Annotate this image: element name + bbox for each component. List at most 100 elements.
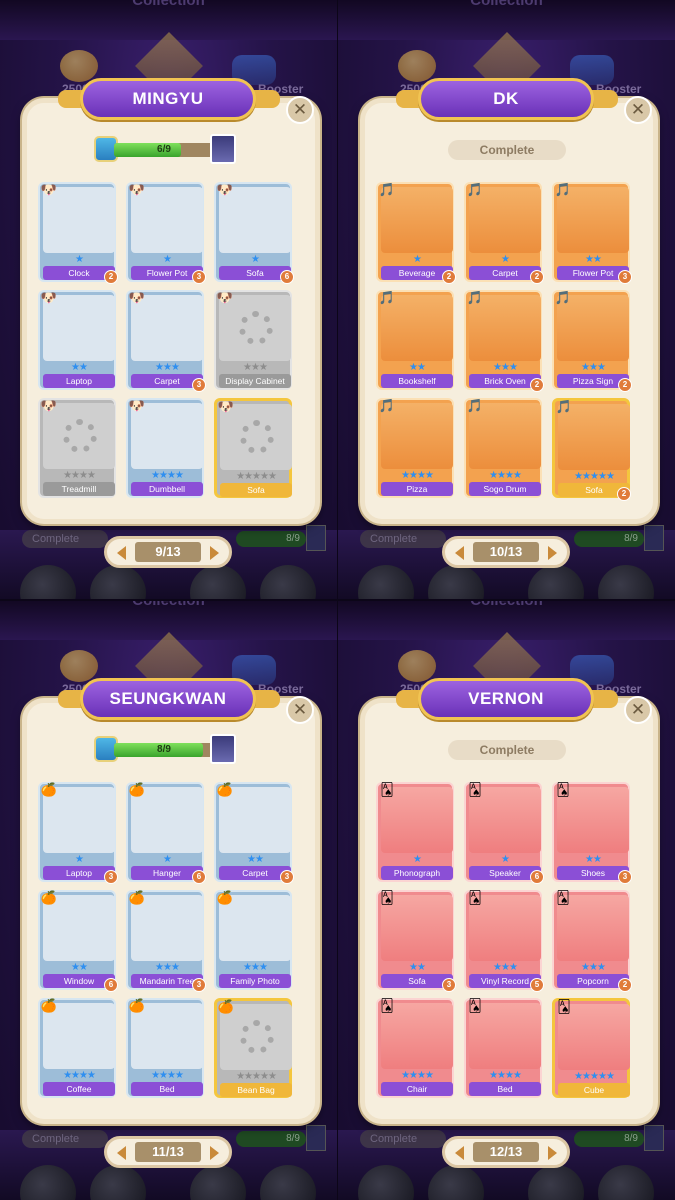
collection-screen: Collection 2500 Booster Complete 8/9 MINGYU ✕ 6…: [0, 0, 337, 600]
collection-card[interactable]: 🎵 ★★★ Brick Oven 2: [464, 290, 544, 392]
collection-card[interactable]: 🐶 ★★★ Display Cabinet: [214, 290, 292, 390]
close-button[interactable]: ✕: [286, 96, 314, 124]
collection-card[interactable]: 🎵 ★★ Flower Pot 3: [552, 182, 632, 284]
close-icon: ✕: [630, 100, 646, 119]
next-arrow-icon[interactable]: [548, 1146, 557, 1160]
bg-complete-pill: Complete: [360, 530, 446, 548]
bg-progress-bar: 8/9: [236, 1131, 306, 1147]
playing-card-icon: 🂡: [557, 999, 571, 1014]
collection-card[interactable]: 🎵 ★★ Bookshelf: [376, 290, 454, 390]
collection-card[interactable]: 🐶 ★ Clock 2: [38, 182, 118, 284]
bg-progress-bar: 8/9: [236, 531, 306, 547]
tangerine-icon: 🍊: [40, 782, 58, 797]
count-badge: 2: [617, 487, 631, 501]
count-badge: 2: [104, 270, 118, 284]
collection-card[interactable]: 🎵 ★★★★★ Sofa 2: [552, 398, 631, 501]
collection-card[interactable]: 🎵 ★★★ Pizza Sign 2: [552, 290, 632, 392]
bg-title: Collection: [470, 600, 543, 609]
coin-icon: [60, 650, 98, 682]
collection-card[interactable]: 🂡 ★★★ Vinyl Record 5: [464, 890, 544, 992]
collection-card[interactable]: 🍊 ★ Laptop 3: [38, 782, 118, 884]
star-rating: ★★★★: [63, 470, 96, 481]
collection-card[interactable]: 🂡 ★★★ Popcorn 2: [552, 890, 632, 992]
prev-arrow-icon[interactable]: [455, 1146, 464, 1160]
page-counter: 10/13: [473, 542, 539, 562]
collection-card[interactable]: 🂡 ★ Speaker 6: [464, 782, 544, 884]
gear-icon: [240, 1020, 274, 1054]
collection-card[interactable]: 🍊 ★ Hanger 6: [126, 782, 206, 884]
whistle-icon: 🎵: [378, 398, 396, 413]
collection-card[interactable]: 🂡 ★★★★★ Cube: [552, 998, 630, 1098]
collection-card[interactable]: 🍊 ★★ Window 6: [38, 890, 118, 992]
star-rating: ★★★: [243, 362, 268, 373]
item-label: Chair: [381, 1082, 453, 1096]
count-badge: 2: [442, 270, 456, 284]
star-rating: ★★★: [243, 962, 268, 973]
next-arrow-icon[interactable]: [210, 546, 219, 560]
coin-icon: [60, 50, 98, 82]
collection-card[interactable]: 🎵 ★ Beverage 2: [376, 182, 456, 284]
collection-card[interactable]: 🍊 ★★★★ Bed: [126, 998, 204, 1098]
collection-card[interactable]: 🂡 ★★★★ Chair: [376, 998, 454, 1098]
collection-card[interactable]: 🂡 ★★ Shoes 3: [552, 782, 632, 884]
collection-card[interactable]: 🐶 ★ Flower Pot 3: [126, 182, 206, 284]
collection-card[interactable]: 🂡 ★★ Sofa 3: [376, 890, 456, 992]
close-button[interactable]: ✕: [624, 696, 652, 724]
collection-card[interactable]: 🐶 ★★ Laptop: [38, 290, 116, 390]
puppy-icon: 🐶: [128, 290, 146, 305]
collection-card[interactable]: 🂡 ★★★★ Bed: [464, 998, 542, 1098]
next-arrow-icon[interactable]: [210, 1146, 219, 1160]
item-label: Cube: [558, 1083, 630, 1097]
count-badge: 3: [280, 870, 294, 884]
close-button[interactable]: ✕: [286, 696, 314, 724]
collection-card[interactable]: 🎵 ★★★★ Pizza: [376, 398, 454, 498]
collection-card[interactable]: 🐶 ★★★★ Treadmill: [38, 398, 116, 498]
collection-card[interactable]: 🐶 ★★★★ Dumbbell: [126, 398, 204, 498]
bg-complete-pill: Complete: [360, 1130, 446, 1148]
close-icon: ✕: [630, 700, 646, 719]
collection-card[interactable]: 🐶 ★ Sofa 6: [214, 182, 294, 284]
star-rating: ★★★★★: [574, 471, 615, 482]
star-rating: ★★★★: [401, 470, 434, 481]
puppy-icon: 🐶: [216, 290, 234, 305]
whistle-icon: 🎵: [378, 182, 396, 197]
collection-card[interactable]: 🂡 ★ Phonograph: [376, 782, 454, 882]
collection-card[interactable]: 🎵 ★ Carpet 2: [464, 182, 544, 284]
reward-avatar[interactable]: [210, 734, 236, 764]
collection-card[interactable]: 🍊 ★★ Carpet 3: [214, 782, 294, 884]
star-rating: ★★★★: [63, 1070, 96, 1081]
collection-card[interactable]: 🍊 ★★★ Mandarin Tree 3: [126, 890, 206, 992]
count-badge: 3: [192, 378, 206, 392]
close-button[interactable]: ✕: [624, 96, 652, 124]
prev-arrow-icon[interactable]: [117, 1146, 126, 1160]
star-rating: ★★★: [155, 962, 180, 973]
reward-avatar[interactable]: [210, 134, 236, 164]
star-rating: ★★★★: [489, 1070, 522, 1081]
puppy-icon: 🐶: [128, 182, 146, 197]
collection-card[interactable]: 🍊 ★★★ Family Photo: [214, 890, 292, 990]
collection-card[interactable]: 🎵 ★★★★ Sogo Drum: [464, 398, 542, 498]
collection-card[interactable]: 🍊 ★★★★ Coffee: [38, 998, 116, 1098]
collection-card[interactable]: 🍊 ★★★★★ Bean Bag: [214, 998, 292, 1098]
collection-card[interactable]: 🐶 ★★★★★ Sofa: [214, 398, 292, 498]
prev-arrow-icon[interactable]: [117, 546, 126, 560]
close-icon: ✕: [292, 700, 308, 719]
bg-complete-pill: Complete: [22, 1130, 108, 1148]
bg-avatar: [644, 1125, 664, 1151]
progress-text: 6/9: [157, 144, 171, 155]
count-badge: 3: [618, 270, 632, 284]
count-badge: 3: [442, 978, 456, 992]
prev-arrow-icon[interactable]: [455, 546, 464, 560]
collection-progress: 8/9: [94, 736, 214, 762]
whistle-icon: 🎵: [554, 182, 572, 197]
count-badge: 3: [192, 270, 206, 284]
bg-avatar: [644, 525, 664, 551]
next-arrow-icon[interactable]: [548, 546, 557, 560]
item-label: Dumbbell: [131, 482, 203, 496]
star-rating: ★: [413, 254, 422, 265]
page-navigator: 10/13: [442, 536, 570, 568]
bg-title: Collection: [132, 600, 205, 609]
collection-card[interactable]: 🐶 ★★★ Carpet 3: [126, 290, 206, 392]
bg-avatar: [306, 525, 326, 551]
count-badge: 3: [192, 978, 206, 992]
